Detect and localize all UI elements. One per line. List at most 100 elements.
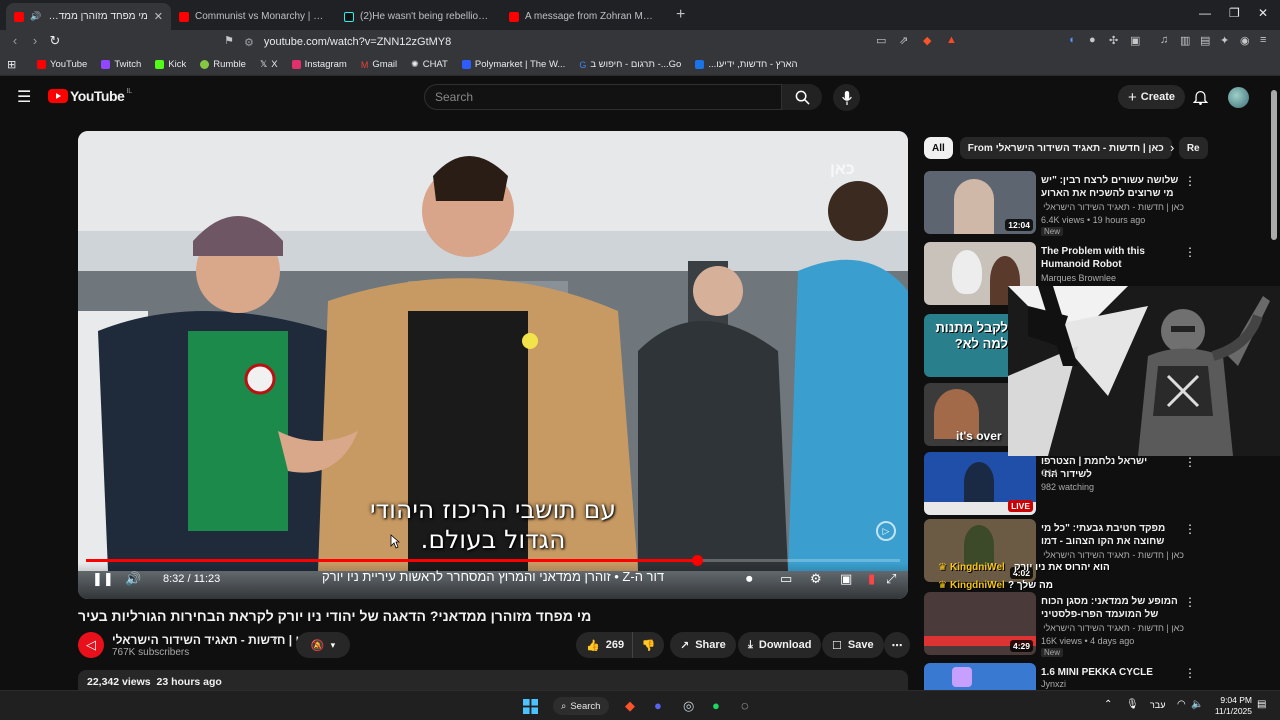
progress-bar[interactable] — [86, 555, 900, 566]
volume-icon[interactable]: 🔊 — [125, 571, 141, 587]
taskbar-search[interactable]: ⌕ Search — [553, 697, 609, 715]
save-button[interactable]: ☐ Save — [822, 632, 884, 658]
chip-from-channel[interactable]: From כאן | חדשות - תאגיד השידור הישראלי — [959, 137, 1172, 159]
browser-tab[interactable]: (2)He wasn't being rebellious, he was — [336, 3, 501, 30]
bookmark-twitch[interactable]: Twitch — [94, 59, 148, 70]
vpn-icon[interactable]: ◉ — [1240, 34, 1250, 47]
hamburger-menu-icon[interactable]: ☰ — [17, 87, 31, 107]
bookmark-google-translate[interactable]: G Go...- תרגום - חיפוש ב — [572, 59, 688, 70]
sidebar-icon[interactable]: ▥ — [1180, 34, 1190, 47]
extension-icon[interactable]: ◖ — [1068, 34, 1075, 46]
restore-icon[interactable]: ❐ — [1229, 6, 1240, 20]
media-icon[interactable]: ♫ — [1160, 34, 1168, 46]
video-thumbnail[interactable]: 12:04 — [924, 171, 1036, 234]
bookmark-rumble[interactable]: Rumble — [193, 59, 253, 70]
leo-icon[interactable]: ✦ — [1220, 34, 1229, 47]
channel-avatar[interactable]: ◁ — [78, 632, 104, 658]
more-vertical-icon[interactable]: ⋮ — [1184, 522, 1196, 536]
more-vertical-icon[interactable]: ⋮ — [1184, 245, 1196, 259]
minimize-icon[interactable]: — — [1199, 6, 1211, 20]
more-vertical-icon[interactable]: ⋮ — [1184, 455, 1196, 469]
video-thumbnail[interactable] — [924, 663, 1036, 690]
pause-icon[interactable]: ❚❚ — [92, 571, 114, 587]
browser-tab[interactable]: Communist vs Monarchy | Phonk Edi — [171, 3, 336, 30]
steam-icon[interactable]: ◎ — [683, 698, 694, 714]
app-icon[interactable]: ◌ — [741, 698, 749, 713]
page-scrollbar[interactable] — [1271, 90, 1277, 686]
wifi-icon[interactable]: ◠ — [1177, 699, 1186, 710]
theater-icon[interactable]: ▮ — [868, 571, 875, 587]
recommendation-item[interactable]: 1.6 MINI PEKKA CYCLE Jynxzi ⋮ — [924, 663, 1269, 690]
brave-browser-icon[interactable]: ◆ — [625, 698, 635, 714]
recommendation-item[interactable]: 4:29 המופע של ממדאני: מסגן הכוח של המועמ… — [924, 592, 1269, 657]
forward-icon[interactable]: › — [24, 33, 46, 48]
settings-icon[interactable]: ⚙ — [810, 571, 822, 587]
extension-icon[interactable]: ▣ — [1130, 34, 1140, 47]
browser-tab[interactable]: 🔊 מי מפחד מזוהרן ממדאני? הדא ✕ — [6, 3, 171, 30]
autoplay-toggle[interactable]: ⏺ — [746, 571, 753, 587]
brave-shield-icon[interactable]: ◆ — [923, 34, 931, 47]
video-thumbnail[interactable]: 4:29 — [924, 592, 1036, 655]
chevron-right-icon[interactable]: › — [1170, 140, 1174, 155]
close-window-icon[interactable]: ✕ — [1258, 6, 1268, 20]
apps-icon[interactable]: ⊞ — [7, 58, 16, 71]
new-tab-button[interactable]: + — [666, 6, 695, 30]
keyboard-language[interactable]: עבר — [1150, 700, 1165, 710]
microphone-icon[interactable]: 🎙 — [1126, 699, 1139, 710]
search-button[interactable] — [782, 84, 822, 110]
site-info-icon[interactable]: ⚙ — [244, 36, 254, 49]
search-input[interactable]: Search — [424, 84, 782, 110]
spotify-icon[interactable]: ● — [712, 698, 720, 713]
download-button[interactable]: ⤓ Download — [738, 632, 822, 658]
audio-icon[interactable]: 🔊 — [30, 11, 41, 22]
bookmark-polymarket[interactable]: Polymarket | The W... — [455, 59, 572, 70]
bookmark-gmail[interactable]: M Gmail — [354, 59, 404, 70]
subtitles-icon[interactable]: ▭ — [780, 571, 792, 587]
more-actions-button[interactable]: ⋯ — [884, 632, 910, 658]
more-vertical-icon[interactable]: ⋮ — [1184, 174, 1196, 188]
reload-icon[interactable]: ↻ — [44, 33, 66, 49]
recommendation-item[interactable]: 4:02 מפקד חטיבת גבעתי: "כל מי שחוצה את ה… — [924, 519, 1269, 583]
dislike-button[interactable]: 👎 — [632, 632, 664, 658]
voice-search-button[interactable] — [833, 84, 860, 111]
bookmark-youtube[interactable]: YouTube — [30, 59, 94, 70]
speaker-icon[interactable]: 🔈 — [1191, 699, 1203, 710]
discord-icon[interactable]: ● — [654, 698, 662, 713]
bookmark-x[interactable]: 𝕏X — [253, 59, 285, 70]
system-clock[interactable]: 9:04 PM 11/1/2025 — [1208, 695, 1252, 717]
notifications-bell-icon[interactable] — [1193, 89, 1208, 105]
share-button[interactable]: ↗ Share — [670, 632, 736, 658]
chevron-up-icon[interactable]: ⌃ — [1104, 699, 1112, 710]
brave-rewards-icon[interactable]: ▲ — [946, 34, 957, 46]
subscription-bell-button[interactable]: 🔕 ▾ — [296, 632, 350, 658]
recommendation-item[interactable]: LIVE ישראל נלחמת | הצטרפו לשידור החי C14… — [924, 452, 1269, 516]
menu-icon[interactable]: ≡ — [1260, 34, 1266, 46]
scrollbar-thumb[interactable] — [1271, 90, 1277, 240]
extension-icon[interactable]: ● — [1089, 34, 1096, 46]
chip-all[interactable]: All — [924, 137, 953, 159]
address-bar[interactable]: ⚙ youtube.com/watch?v=ZNN12zGtMY8 — [244, 32, 964, 52]
account-avatar[interactable] — [1228, 87, 1249, 108]
bookmark-instagram[interactable]: Instagram — [285, 59, 354, 70]
notification-icon[interactable]: ▤ — [1257, 699, 1266, 710]
bookmark-haaretz[interactable]: הארץ - חדשות, ידיעו... — [688, 59, 804, 70]
recommendation-item[interactable]: 12:04 שלושה עשורים לרצח רבין: "יש מי שרו… — [924, 171, 1269, 236]
bookmark-chat[interactable]: ✺ CHAT — [404, 59, 455, 70]
fullscreen-icon[interactable]: ⤢ — [886, 571, 896, 587]
bookmark-kick[interactable]: Kick — [148, 59, 193, 70]
youtube-logo[interactable]: YouTube IL — [48, 88, 132, 104]
bookmark-icon[interactable]: ⚑ — [224, 34, 234, 47]
wallet-icon[interactable]: ▤ — [1200, 34, 1210, 47]
browser-tab[interactable]: A message from Zohran Mamdani - Y — [501, 3, 666, 30]
back-icon[interactable]: ‹ — [4, 33, 26, 48]
chip-related[interactable]: Re — [1178, 137, 1208, 159]
windows-start-icon[interactable] — [523, 699, 538, 714]
next-chapter-icon[interactable]: ▷ — [876, 521, 896, 541]
extensions-icon[interactable]: ✣ — [1109, 34, 1118, 47]
more-vertical-icon[interactable]: ⋮ — [1184, 666, 1196, 680]
cast-icon[interactable]: ▭ — [876, 34, 886, 47]
channel-name[interactable]: כאן | חדשות - תאגיד השידור הישראלי — [112, 633, 314, 647]
chapter-title[interactable]: דור ה-Z • זוהרן ממדאני והמרוץ המסחרר לרא… — [322, 569, 664, 584]
create-button[interactable]: + Create — [1118, 85, 1186, 109]
more-vertical-icon[interactable]: ⋮ — [1184, 595, 1196, 609]
